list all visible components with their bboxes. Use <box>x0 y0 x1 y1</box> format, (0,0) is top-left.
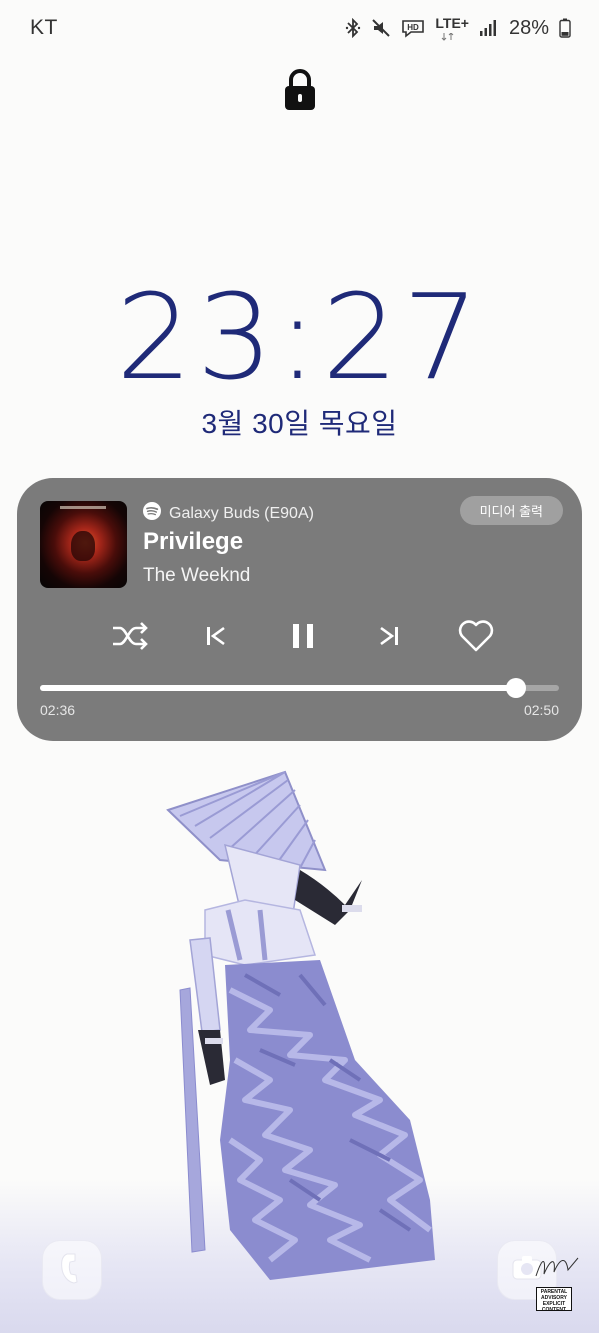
album-title-strip <box>60 506 106 509</box>
lte-icon: LTE+ <box>435 15 469 41</box>
bluetooth-icon <box>345 18 361 38</box>
battery-icon <box>559 18 571 38</box>
battery-percent: 28% <box>508 16 549 39</box>
lock-icon <box>283 68 317 112</box>
elapsed-time: 02:36 <box>40 702 76 718</box>
mute-icon <box>371 18 391 38</box>
parental-advisory-label: PARENTAL ADVISORY EXPLICIT CONTENT <box>536 1287 572 1313</box>
progress-thumb[interactable] <box>506 678 527 698</box>
album-portrait <box>71 531 95 561</box>
playback-source: Galaxy Buds (E90A) <box>143 502 314 525</box>
status-bar: KT HD LTE+ 28% <box>0 0 599 56</box>
wallpaper-figure <box>150 760 470 1300</box>
album-art[interactable] <box>40 501 127 588</box>
wallpaper-signature <box>532 1252 582 1287</box>
track-artist: The Weeknd <box>143 565 251 586</box>
carrier-label: KT <box>30 16 58 39</box>
source-device-label: Galaxy Buds (E90A) <box>169 504 314 522</box>
lock-clock: 23:27 <box>115 268 484 406</box>
status-icons: HD LTE+ 28% <box>345 15 571 41</box>
progress-bar[interactable] <box>40 678 559 698</box>
next-icon[interactable] <box>369 616 409 656</box>
previous-icon[interactable] <box>196 616 236 656</box>
shuffle-icon[interactable] <box>110 616 150 656</box>
advisory-text: PARENTAL ADVISORY EXPLICIT CONTENT <box>540 1289 568 1313</box>
hd-voice-icon: HD <box>401 18 425 38</box>
progress-fill <box>40 685 517 691</box>
phone-shortcut-button[interactable] <box>42 1240 102 1300</box>
media-player-card[interactable]: Galaxy Buds (E90A) 미디어 출력 Privilege The … <box>17 478 582 741</box>
lock-date: 3월 30일 목요일 <box>201 408 398 439</box>
signal-icon <box>479 19 497 37</box>
media-output-button[interactable]: 미디어 출력 <box>459 496 563 525</box>
pause-icon[interactable] <box>283 616 323 656</box>
total-time: 02:50 <box>523 702 559 718</box>
svg-text:HD: HD <box>408 23 420 32</box>
playback-controls <box>17 616 582 656</box>
phone-icon <box>59 1252 85 1289</box>
spotify-icon <box>143 502 161 525</box>
heart-icon[interactable] <box>456 616 496 656</box>
track-title: Privilege <box>143 528 244 555</box>
